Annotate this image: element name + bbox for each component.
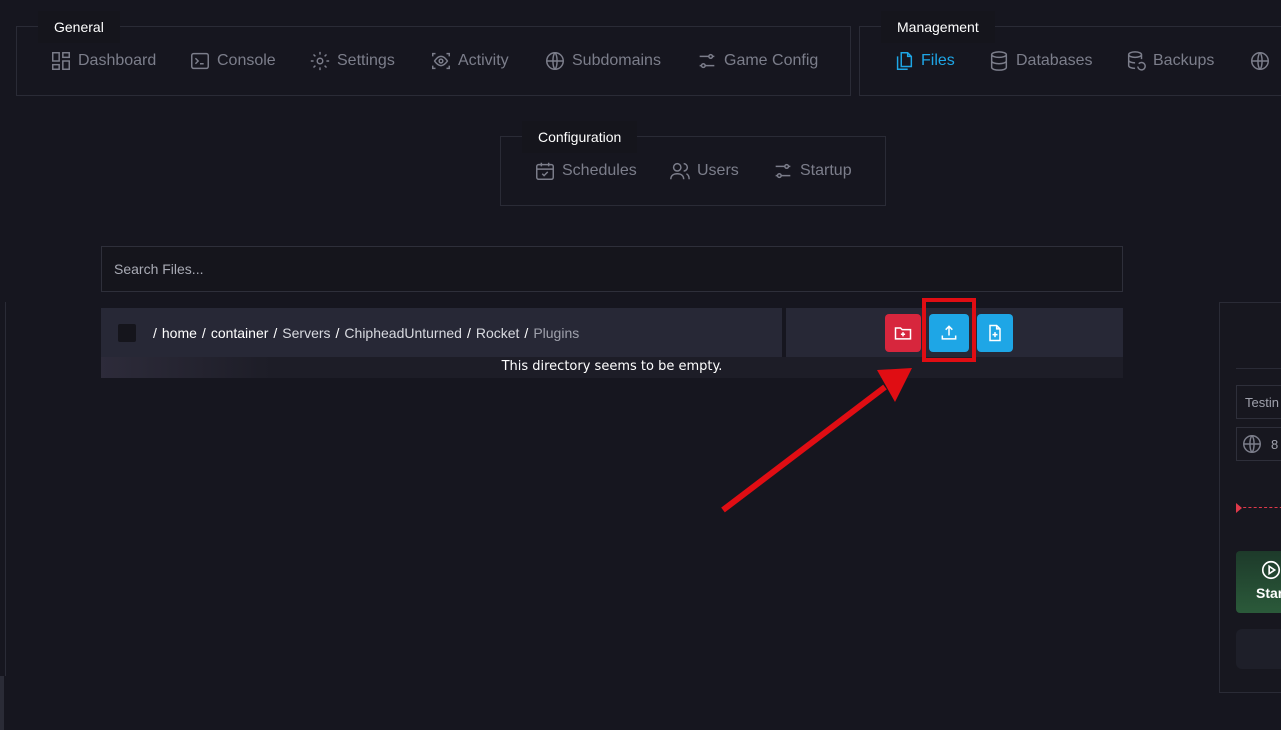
calendar-check-icon (536, 162, 554, 180)
nav-settings-label: Settings (337, 52, 395, 69)
status-marker-icon (1236, 503, 1242, 513)
file-plus-icon (989, 324, 1001, 342)
breadcrumb-rocket[interactable]: Rocket (476, 325, 520, 341)
start-button[interactable]: Star (1236, 551, 1281, 613)
nav-users-label: Users (697, 162, 739, 179)
database-icon (990, 51, 1008, 71)
files-icon (896, 52, 913, 70)
new-file-button[interactable] (977, 314, 1013, 352)
nav-network[interactable] (1249, 50, 1277, 72)
panel-secondary-box (1236, 629, 1281, 669)
nav-subdomains[interactable]: Subdomains (544, 50, 661, 72)
nav-databases[interactable]: Databases (988, 50, 1093, 72)
backup-icon (1127, 51, 1146, 71)
start-button-label: Star (1256, 585, 1281, 601)
new-folder-button[interactable] (885, 314, 921, 352)
breadcrumb-separator: / (273, 324, 278, 341)
breadcrumb-separator: / (335, 324, 340, 341)
breadcrumb-separator: / (201, 324, 206, 341)
configuration-nav-group: Configuration Schedules Users Startup (500, 121, 886, 206)
globe-icon (546, 52, 564, 70)
nav-backups[interactable]: Backups (1125, 50, 1214, 72)
annotation-highlight-box (922, 298, 976, 362)
folder-plus-icon (894, 327, 912, 340)
nav-files[interactable]: Files (893, 50, 955, 72)
sliders-icon (775, 163, 791, 179)
nav-databases-label: Databases (1016, 52, 1093, 69)
nav-files-label: Files (921, 52, 955, 69)
nav-console-label: Console (217, 52, 276, 69)
gear-icon (310, 51, 330, 71)
status-line (1238, 507, 1281, 508)
breadcrumb-home[interactable]: home (162, 325, 197, 341)
nav-activity-label: Activity (458, 52, 509, 69)
breadcrumb-separator: / (466, 324, 471, 341)
nav-game-config-label: Game Config (724, 52, 819, 69)
search-files-input[interactable] (101, 246, 1123, 292)
nav-schedules-label: Schedules (562, 162, 637, 179)
nav-game-config[interactable]: Game Config (696, 50, 818, 72)
management-nav-group: Management Files Databases Backups (859, 11, 1281, 96)
breadcrumb-separator: / (524, 324, 529, 341)
nav-dashboard[interactable]: Dashboard (50, 50, 156, 72)
nav-startup[interactable]: Startup (772, 160, 852, 182)
server-address-value: 8 (1271, 436, 1279, 452)
globe-icon (1243, 435, 1261, 453)
server-name-value: Testin (1245, 394, 1279, 410)
breadcrumb-container[interactable]: container (211, 325, 269, 341)
breadcrumb-separator: / (153, 324, 157, 341)
file-path-bar: / home / container / Servers / ChipheadU… (101, 308, 782, 357)
nav-activity[interactable]: Activity (430, 50, 509, 72)
nav-startup-label: Startup (800, 162, 852, 179)
breadcrumb: / home / container / Servers / ChipheadU… (153, 325, 579, 341)
server-address-field[interactable]: 8 (1236, 427, 1281, 461)
panel-divider (1236, 368, 1281, 369)
breadcrumb-chiphead-unturned[interactable]: ChipheadUnturned (344, 325, 462, 341)
nav-console[interactable]: Console (189, 50, 276, 72)
activity-eye-icon (432, 52, 450, 70)
left-panel-scroll (0, 676, 4, 730)
select-all-checkbox[interactable] (118, 323, 136, 342)
nav-dashboard-label: Dashboard (78, 52, 157, 69)
nav-settings[interactable]: Settings (309, 50, 395, 72)
globe-icon (1251, 52, 1269, 70)
breadcrumb-current-plugins: Plugins (533, 324, 580, 341)
users-icon (670, 162, 690, 180)
server-info-panel: Testin 8 Star (1219, 302, 1281, 693)
nav-schedules[interactable]: Schedules (534, 160, 637, 182)
nav-backups-label: Backups (1153, 52, 1215, 69)
left-panel-edge (0, 302, 6, 676)
general-nav-group: General Dashboard Console Settings Activ… (16, 11, 851, 96)
play-circle-icon (1261, 560, 1281, 580)
nav-subdomains-label: Subdomains (572, 52, 661, 69)
dashboard-icon (52, 52, 70, 70)
sliders-icon (699, 53, 715, 69)
nav-users[interactable]: Users (669, 160, 739, 182)
breadcrumb-servers[interactable]: Servers (282, 325, 330, 341)
terminal-icon (191, 52, 209, 70)
server-name-field[interactable]: Testin (1236, 385, 1281, 419)
